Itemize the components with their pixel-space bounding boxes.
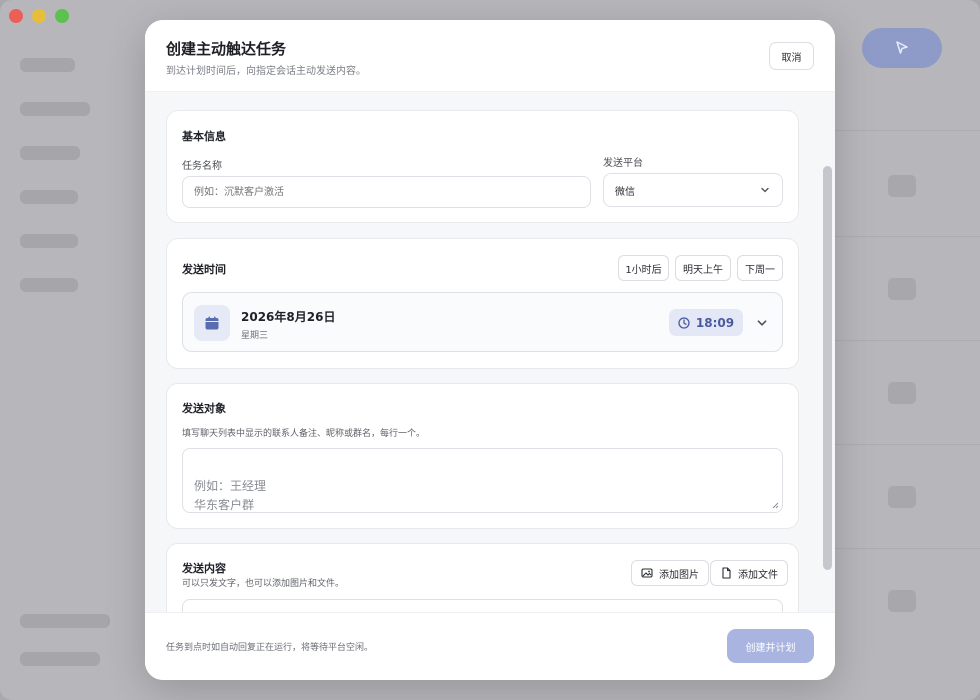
bg-row-block bbox=[888, 590, 916, 612]
content-title: 发送内容 bbox=[182, 562, 226, 575]
quick-chip-tomorrow[interactable]: 明天上午 bbox=[675, 255, 731, 281]
send-time-title: 发送时间 bbox=[182, 263, 226, 276]
bg-sidebar-item bbox=[20, 102, 90, 116]
time-selector[interactable]: 18:09 bbox=[669, 309, 743, 336]
dialog-title: 创建主动触达任务 bbox=[166, 40, 287, 58]
cancel-button[interactable]: 取消 bbox=[769, 42, 814, 70]
add-file-button[interactable]: 添加文件 bbox=[710, 560, 788, 586]
recipients-card: 发送对象 填写聊天列表中显示的联系人备注、昵称或群名，每行一个。 例如：王经理 … bbox=[166, 383, 799, 529]
bg-row-block bbox=[888, 382, 916, 404]
bg-sidebar-item bbox=[20, 614, 110, 628]
window-controls bbox=[9, 9, 69, 23]
selected-date: 2026年8月26日 bbox=[241, 310, 336, 324]
bg-sidebar-item bbox=[20, 278, 78, 292]
create-task-dialog: 创建主动触达任务 到达计划时间后，向指定会话主动发送内容。 取消 基本信息 任务… bbox=[145, 20, 835, 680]
add-file-label: 添加文件 bbox=[738, 569, 778, 581]
quick-chip-next-monday[interactable]: 下周一 bbox=[737, 255, 783, 281]
minimize-window-button[interactable] bbox=[32, 9, 46, 23]
chevron-down-icon[interactable] bbox=[756, 317, 768, 329]
image-icon bbox=[641, 568, 653, 578]
bg-sidebar-item bbox=[20, 652, 100, 666]
create-and-schedule-button[interactable]: 创建并计划 bbox=[727, 629, 814, 663]
content-card: 发送内容 可以只发文字，也可以添加图片和文件。 添加图片 添加文件 bbox=[166, 543, 799, 612]
dialog-header: 创建主动触达任务 到达计划时间后，向指定会话主动发送内容。 取消 bbox=[145, 20, 835, 92]
calendar-icon-wrap bbox=[194, 305, 230, 341]
bg-sidebar-item bbox=[20, 58, 75, 72]
content-textarea[interactable] bbox=[182, 599, 783, 612]
recipients-title: 发送对象 bbox=[182, 402, 226, 415]
add-image-button[interactable]: 添加图片 bbox=[631, 560, 709, 586]
dialog-footer: 任务到点时如自动回复正在运行，将等待平台空闲。 创建并计划 bbox=[145, 612, 835, 680]
task-name-input[interactable] bbox=[182, 176, 591, 208]
selected-weekday: 星期三 bbox=[241, 331, 269, 341]
zoom-window-button[interactable] bbox=[55, 9, 69, 23]
bg-sidebar-item bbox=[20, 190, 78, 204]
send-time-card: 发送时间 1小时后 明天上午 下周一 2026年8月26日 星期三 18:09 bbox=[166, 238, 799, 369]
basic-info-card: 基本信息 任务名称 发送平台 微信 bbox=[166, 110, 799, 223]
resize-handle-icon[interactable] bbox=[771, 501, 779, 509]
calendar-icon bbox=[205, 316, 219, 330]
recipients-hint: 填写聊天列表中显示的联系人备注、昵称或群名，每行一个。 bbox=[182, 429, 426, 439]
close-window-button[interactable] bbox=[9, 9, 23, 23]
platform-select[interactable]: 微信 bbox=[603, 173, 783, 207]
bg-row-block bbox=[888, 278, 916, 300]
dialog-subtitle: 到达计划时间后，向指定会话主动发送内容。 bbox=[166, 66, 366, 77]
clock-icon bbox=[678, 316, 690, 329]
task-name-label: 任务名称 bbox=[182, 161, 222, 172]
footer-note: 任务到点时如自动回复正在运行，将等待平台空闲。 bbox=[166, 643, 374, 653]
bg-send-button bbox=[862, 28, 942, 68]
datetime-picker[interactable]: 2026年8月26日 星期三 18:09 bbox=[182, 292, 783, 352]
recipients-textarea[interactable]: 例如：王经理 华东客户群 bbox=[182, 448, 783, 513]
add-image-label: 添加图片 bbox=[659, 569, 699, 581]
bg-sidebar-item bbox=[20, 234, 78, 248]
selected-time: 18:09 bbox=[695, 315, 735, 330]
platform-label: 发送平台 bbox=[603, 158, 643, 169]
content-hint: 可以只发文字，也可以添加图片和文件。 bbox=[182, 579, 345, 589]
quick-chip-1h[interactable]: 1小时后 bbox=[618, 255, 669, 281]
chevron-down-icon bbox=[761, 187, 769, 193]
basic-info-title: 基本信息 bbox=[182, 130, 226, 143]
cursor-icon bbox=[896, 41, 908, 54]
dialog-body[interactable]: 基本信息 任务名称 发送平台 微信 发送时间 1小时后 明天上午 下周一 bbox=[145, 92, 835, 612]
bg-row-block bbox=[888, 486, 916, 508]
bg-row-block bbox=[888, 175, 916, 197]
file-icon bbox=[722, 567, 731, 579]
bg-sidebar-item bbox=[20, 146, 80, 160]
recipients-placeholder: 例如：王经理 华东客户群 bbox=[194, 479, 267, 512]
platform-value: 微信 bbox=[615, 186, 635, 198]
scrollbar-thumb[interactable] bbox=[823, 166, 832, 570]
scrollbar[interactable] bbox=[823, 166, 832, 570]
